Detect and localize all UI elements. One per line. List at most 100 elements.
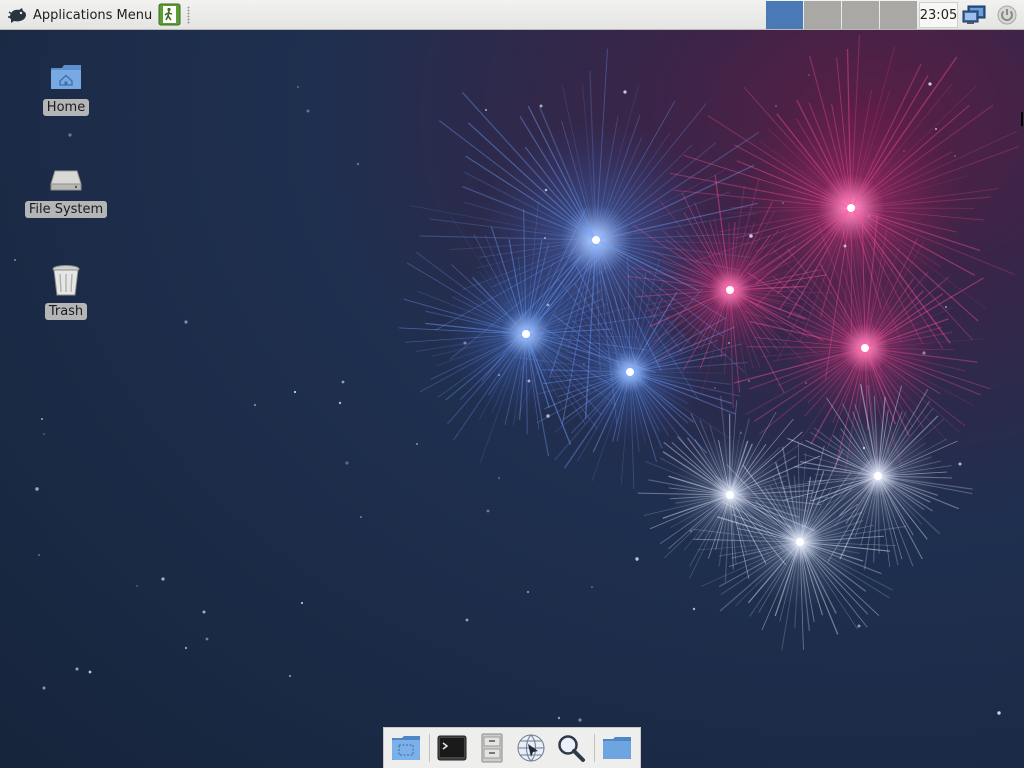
- star-dot: [546, 414, 550, 418]
- star-dot: [88, 670, 92, 674]
- star-dot: [544, 237, 546, 239]
- star-dot: [782, 202, 784, 204]
- search-button[interactable]: [554, 731, 588, 765]
- xfce-mouse-icon: [8, 8, 27, 23]
- terminal-icon: [437, 735, 467, 761]
- star-dot: [958, 462, 962, 466]
- star-dot: [546, 303, 550, 307]
- star-dot: [68, 133, 72, 137]
- dock-separator: [594, 734, 596, 762]
- workspace-4[interactable]: [880, 1, 917, 29]
- star-dot: [539, 104, 543, 108]
- panel-clock[interactable]: 23:05: [919, 2, 958, 28]
- desktop-icon-trash[interactable]: Trash: [16, 264, 116, 320]
- star-dot: [935, 128, 937, 130]
- star-dot: [857, 624, 861, 628]
- dock-separator: [428, 734, 430, 762]
- folder-button[interactable]: [600, 731, 634, 765]
- star-dot: [775, 105, 777, 107]
- star-dot: [289, 675, 291, 677]
- star-dot: [161, 577, 165, 581]
- web-browser-icon: [517, 734, 545, 762]
- star-dot: [690, 530, 692, 532]
- star-dot: [184, 320, 188, 324]
- star-dot: [868, 215, 870, 217]
- star-dot: [804, 542, 806, 544]
- star-dot: [583, 363, 585, 365]
- star-dot: [843, 244, 847, 248]
- star-dot: [297, 86, 299, 88]
- desktop-icon-file-system[interactable]: File System: [16, 162, 116, 218]
- star-dot: [692, 607, 696, 611]
- star-dot: [623, 90, 627, 94]
- trash-icon: [52, 265, 80, 296]
- workspace-3[interactable]: [842, 1, 879, 29]
- star-dot: [341, 380, 345, 384]
- file-manager-icon: [481, 733, 503, 763]
- fireworks-group: [398, 34, 1019, 651]
- network-monitor-button[interactable]: [961, 3, 987, 27]
- bottom-dock: [383, 727, 641, 768]
- star-dot: [714, 387, 716, 389]
- desktop-icon-label: Home: [42, 99, 90, 116]
- star-dot: [293, 390, 297, 394]
- applications-menu-button[interactable]: Applications Menu: [4, 2, 156, 28]
- desktop-icon-label: File System: [24, 201, 108, 218]
- desktop-icon-label: Trash: [44, 303, 88, 320]
- star-dot: [338, 401, 342, 405]
- star-dot: [416, 443, 418, 445]
- mouse-cursor: [1021, 112, 1023, 126]
- home-folder-icon: [51, 65, 81, 89]
- star-dot: [862, 446, 866, 450]
- star-dot: [35, 487, 39, 491]
- star-dot: [944, 305, 948, 309]
- star-dot: [527, 379, 531, 383]
- star-dot: [486, 509, 490, 513]
- log-out-icon: [158, 3, 181, 26]
- power-button[interactable]: [996, 4, 1018, 26]
- star-dot: [805, 382, 807, 384]
- log-out-launcher[interactable]: [158, 3, 181, 26]
- star-dot: [136, 585, 138, 587]
- terminal-button[interactable]: [435, 731, 469, 765]
- star-dot: [184, 646, 188, 650]
- star-dot: [43, 433, 45, 435]
- star-dot: [591, 586, 593, 588]
- star-dot: [306, 109, 310, 113]
- star-dot: [485, 109, 487, 111]
- workspace-switcher: [766, 1, 917, 29]
- search-icon: [558, 735, 586, 762]
- star-dot: [527, 591, 529, 593]
- star-dot: [202, 610, 206, 614]
- desktop-wallpaper: [14, 34, 1019, 722]
- star-dot: [300, 601, 304, 605]
- star-dot: [498, 374, 500, 376]
- star-dot: [14, 259, 16, 261]
- star-dot: [205, 637, 209, 641]
- desktop-icon-home[interactable]: Home: [16, 60, 116, 116]
- star-dot: [360, 516, 362, 518]
- workspace-2[interactable]: [804, 1, 841, 29]
- star-dot: [498, 477, 500, 479]
- workspace-1[interactable]: [766, 1, 803, 29]
- star-dot: [903, 150, 905, 152]
- folder-icon: [603, 737, 632, 759]
- star-dot: [954, 155, 956, 157]
- star-dot: [544, 188, 548, 192]
- star-dot: [41, 418, 43, 420]
- panel-drag-handle[interactable]: [187, 6, 190, 24]
- web-browser-button[interactable]: [514, 731, 548, 765]
- star-dot: [808, 74, 810, 76]
- star-dot: [728, 342, 730, 344]
- star-dot: [997, 711, 1001, 715]
- show-desktop-button[interactable]: [389, 731, 423, 765]
- star-dot: [578, 718, 582, 722]
- star-dot: [75, 667, 79, 671]
- star-dot: [463, 341, 467, 345]
- star-dot: [465, 618, 469, 622]
- show-desktop-icon: [391, 736, 420, 760]
- star-dot: [740, 432, 742, 434]
- star-dot: [922, 351, 926, 355]
- star-dot: [749, 234, 753, 238]
- file-manager-button[interactable]: [475, 731, 509, 765]
